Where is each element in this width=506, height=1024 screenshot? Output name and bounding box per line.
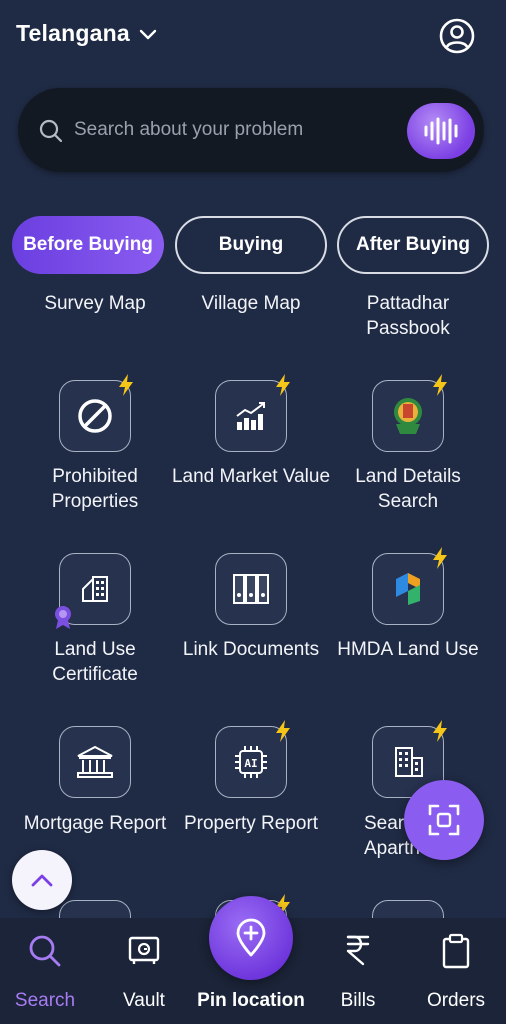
services-grid: Survey Map Village Map Pattadhar Passboo… bbox=[0, 0, 506, 1024]
service-label: Prohibited Properties bbox=[51, 466, 139, 512]
location-pin-plus-icon bbox=[236, 918, 266, 957]
premium-bolt-icon bbox=[119, 374, 133, 396]
premium-bolt-icon bbox=[433, 547, 447, 569]
svg-text:AI: AI bbox=[244, 757, 257, 770]
prohibited-icon bbox=[78, 399, 112, 433]
nav-orders[interactable]: Orders bbox=[414, 918, 498, 1024]
nav-vault[interactable]: Vault bbox=[104, 918, 184, 1024]
service-village-map[interactable]: Village Map bbox=[171, 291, 331, 316]
bar-chart-icon bbox=[236, 402, 265, 430]
service-label: HMDA Land Use bbox=[337, 639, 479, 660]
premium-bolt-icon bbox=[433, 720, 447, 742]
nav-label: Search bbox=[14, 990, 76, 1011]
nav-bills[interactable]: Bills bbox=[318, 918, 398, 1024]
award-badge-icon bbox=[55, 606, 71, 629]
premium-bolt-icon bbox=[276, 374, 290, 396]
nav-label: Orders bbox=[426, 990, 486, 1011]
rupee-icon bbox=[346, 935, 370, 966]
service-label: Land Details Search bbox=[355, 466, 461, 512]
scan-button[interactable] bbox=[404, 780, 484, 860]
vault-icon bbox=[128, 936, 160, 964]
search-icon bbox=[29, 935, 61, 967]
mortgage-report-tile[interactable] bbox=[59, 726, 131, 798]
scan-icon bbox=[428, 804, 460, 836]
service-label: Link Documents bbox=[182, 639, 320, 660]
pin-location-button[interactable] bbox=[209, 896, 293, 980]
scroll-to-top-button[interactable] bbox=[12, 850, 72, 910]
nav-label: Vault bbox=[123, 990, 165, 1011]
premium-bolt-icon bbox=[433, 374, 447, 396]
service-label: Land Market Value bbox=[171, 466, 331, 487]
ai-chip-icon: AI bbox=[235, 746, 267, 778]
service-label: Land Use Certificate bbox=[52, 639, 138, 685]
hmda-logo-icon bbox=[396, 573, 420, 605]
nav-label: Pin location bbox=[197, 990, 305, 1011]
chevron-up-icon bbox=[31, 874, 53, 887]
service-label: Mortgage Report bbox=[23, 813, 167, 834]
service-label: Property Report bbox=[183, 813, 319, 834]
binders-icon bbox=[233, 574, 269, 604]
building-certificate-icon bbox=[82, 576, 108, 602]
premium-bolt-icon bbox=[276, 720, 290, 742]
nav-label: Bills bbox=[340, 990, 376, 1011]
nav-search[interactable]: Search bbox=[5, 918, 85, 1024]
state-emblem-icon bbox=[394, 398, 422, 434]
service-pattadhar-passbook[interactable]: Pattadhar Passbook bbox=[328, 291, 488, 341]
apartment-icon bbox=[395, 747, 423, 777]
clipboard-icon bbox=[442, 933, 470, 969]
service-survey-map[interactable]: Survey Map bbox=[15, 291, 175, 316]
bank-icon bbox=[77, 745, 113, 778]
link-documents-tile[interactable] bbox=[215, 553, 287, 625]
